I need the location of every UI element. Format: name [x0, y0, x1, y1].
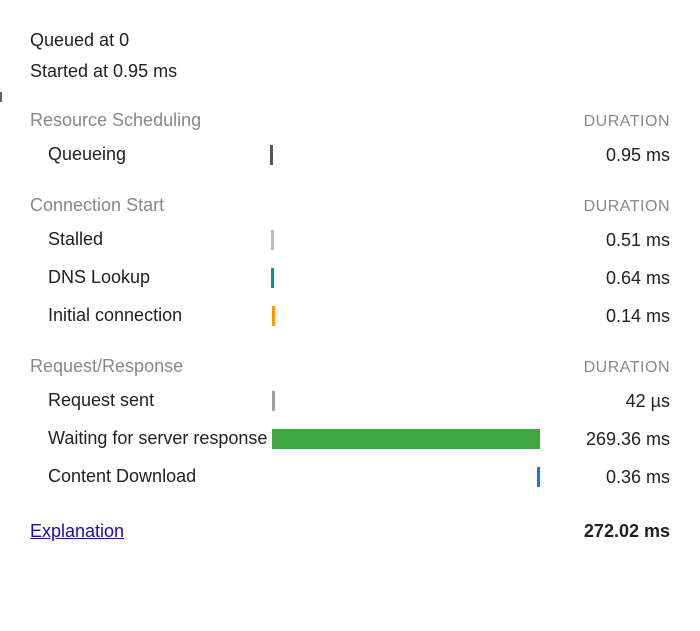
bar-area-queueing [270, 143, 540, 167]
explanation-link[interactable]: Explanation [30, 521, 124, 542]
row-label: Waiting for server response [30, 427, 270, 450]
bar-area-waiting [270, 427, 540, 451]
timing-summary: Queued at 0 Started at 0.95 ms [30, 30, 670, 82]
section-request-response: Request/Response DURATION Request sent 4… [30, 356, 670, 491]
row-value: 0.64 ms [540, 268, 670, 289]
row-value: 0.51 ms [540, 230, 670, 251]
bar-area-stalled [270, 228, 540, 252]
bar-area-initial-connection [270, 304, 540, 328]
row-initial-connection: Initial connection 0.14 ms [30, 302, 670, 330]
row-label: Request sent [30, 389, 270, 412]
bar-waiting [272, 429, 539, 449]
bar-dns-lookup [271, 268, 274, 288]
row-request-sent: Request sent 42 µs [30, 387, 670, 415]
row-value: 42 µs [540, 391, 670, 412]
section-title: Resource Scheduling [30, 110, 201, 131]
bar-stalled [271, 230, 274, 250]
started-at-text: Started at 0.95 ms [30, 61, 670, 82]
bar-content-download [537, 467, 540, 487]
row-waiting: Waiting for server response 269.36 ms [30, 425, 670, 453]
bar-initial-connection [272, 306, 275, 326]
row-label: DNS Lookup [30, 266, 270, 289]
bar-request-sent [272, 391, 275, 411]
section-connection-start: Connection Start DURATION Stalled 0.51 m… [30, 195, 670, 330]
row-value: 0.36 ms [540, 467, 670, 488]
section-resource-scheduling: Resource Scheduling DURATION Queueing 0.… [30, 110, 670, 169]
bar-queueing [270, 145, 273, 165]
duration-header: DURATION [584, 113, 670, 131]
row-content-download: Content Download 0.36 ms [30, 463, 670, 491]
row-dns-lookup: DNS Lookup 0.64 ms [30, 264, 670, 292]
row-queueing: Queueing 0.95 ms [30, 141, 670, 169]
panel-edge-marker [0, 92, 2, 102]
bar-area-request-sent [270, 389, 540, 413]
section-title: Connection Start [30, 195, 164, 216]
duration-header: DURATION [584, 198, 670, 216]
row-label: Initial connection [30, 304, 270, 327]
timing-footer: Explanation 272.02 ms [30, 521, 670, 542]
row-value: 0.95 ms [540, 145, 670, 166]
row-label: Queueing [30, 143, 270, 166]
row-label: Content Download [30, 465, 270, 488]
queued-at-text: Queued at 0 [30, 30, 670, 51]
row-value: 0.14 ms [540, 306, 670, 327]
row-stalled: Stalled 0.51 ms [30, 226, 670, 254]
row-label: Stalled [30, 228, 270, 251]
total-time: 272.02 ms [584, 521, 670, 542]
section-title: Request/Response [30, 356, 183, 377]
row-value: 269.36 ms [540, 429, 670, 450]
bar-area-dns-lookup [270, 266, 540, 290]
duration-header: DURATION [584, 359, 670, 377]
bar-area-content-download [270, 465, 540, 489]
